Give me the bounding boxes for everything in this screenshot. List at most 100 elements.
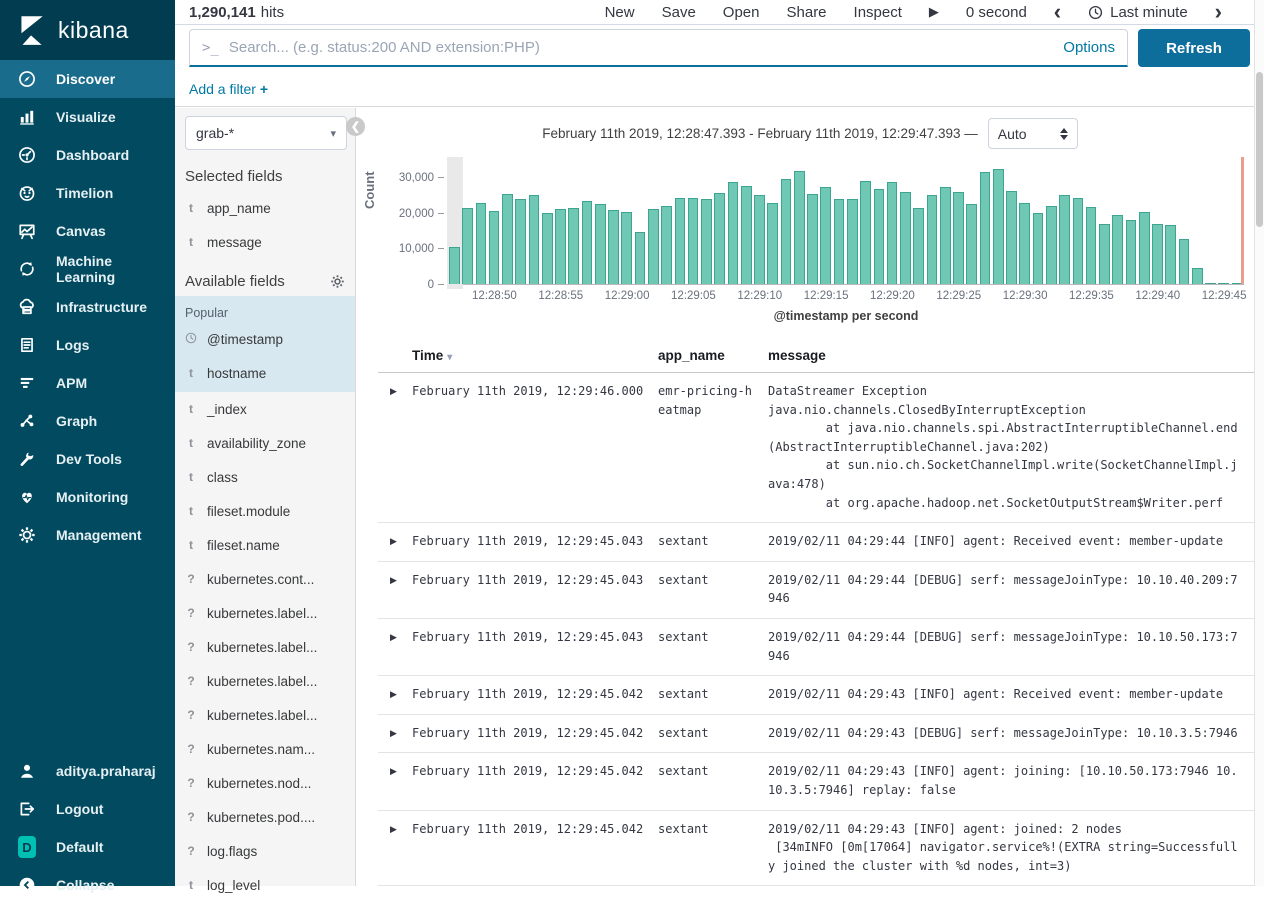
kibana-logo-area[interactable]: kibana: [0, 0, 175, 60]
panel-collapse-button[interactable]: ❮: [346, 117, 365, 136]
logs-icon: [18, 336, 36, 354]
sidebar-item-logout[interactable]: Logout: [0, 790, 175, 828]
add-filter-link[interactable]: Add a filter +: [189, 81, 268, 97]
field-item-app_name[interactable]: t app_name: [175, 191, 355, 225]
expand-caret-icon[interactable]: ▶: [378, 820, 412, 876]
x-tick-label: 12:29:15: [804, 290, 849, 302]
logout-icon: [18, 800, 36, 818]
search-box: >_ Options: [189, 29, 1128, 67]
sidebar-item-timelion[interactable]: Timelion: [0, 174, 175, 212]
menu-save[interactable]: Save: [662, 4, 696, 21]
sidebar-item-discover[interactable]: Discover: [0, 60, 175, 98]
sidebar-item-monitoring[interactable]: Monitoring: [0, 478, 175, 516]
refresh-interval-value[interactable]: 0 second: [966, 4, 1027, 21]
options-link[interactable]: Options: [1063, 39, 1115, 56]
histogram-bar: [980, 172, 991, 284]
sidebar-item-apm[interactable]: APM: [0, 364, 175, 402]
expand-caret-icon[interactable]: ▶: [378, 571, 412, 608]
field-item[interactable]: ?kubernetes.label...: [175, 630, 355, 664]
menu-new[interactable]: New: [605, 4, 635, 21]
expand-caret-icon[interactable]: ▶: [378, 724, 412, 743]
histogram-bar: [701, 199, 712, 284]
menu-share[interactable]: Share: [787, 4, 827, 21]
field-item[interactable]: ?kubernetes.label...: [175, 596, 355, 630]
interval-select[interactable]: Auto: [988, 118, 1078, 149]
expand-caret-icon[interactable]: ▶: [378, 382, 412, 512]
cell-message: 2019/02/11 04:29:43 [INFO] agent: Receiv…: [768, 685, 1254, 704]
scrollbar-thumb[interactable]: [1256, 72, 1263, 227]
field-item[interactable]: tfileset.module: [175, 494, 355, 528]
field-item[interactable]: tavailability_zone: [175, 426, 355, 460]
refresh-button[interactable]: Refresh: [1138, 29, 1250, 67]
kibana-logo-icon: [14, 13, 48, 47]
time-forward-icon[interactable]: ›: [1215, 5, 1222, 19]
table-row: ▶February 11th 2019, 12:29:45.043sextant…: [378, 619, 1254, 676]
field-item[interactable]: tclass: [175, 460, 355, 494]
histogram-bar: [860, 181, 871, 284]
sidebar-item-canvas[interactable]: Canvas: [0, 212, 175, 250]
sidebar-item-label: Machine Learning: [56, 253, 175, 285]
field-item[interactable]: ?kubernetes.nam...: [175, 732, 355, 766]
menu-open[interactable]: Open: [723, 4, 760, 21]
histogram-bar: [807, 194, 818, 284]
sidebar-item-visualize[interactable]: Visualize: [0, 98, 175, 136]
sidebar-item-machine-learning[interactable]: Machine Learning: [0, 250, 175, 288]
field-settings-button[interactable]: [330, 274, 345, 289]
time-range-picker[interactable]: Last minute: [1088, 4, 1188, 21]
chart-time-range: February 11th 2019, 12:28:47.393 - Febru…: [542, 126, 978, 141]
expand-caret-icon[interactable]: ▶: [378, 685, 412, 704]
sidebar-item-user[interactable]: aditya.praharaj: [0, 752, 175, 790]
cell-message: 2019/02/11 04:29:43 [INFO] agent: joinin…: [768, 762, 1254, 799]
sidebar-item-space-default[interactable]: D Default: [0, 828, 175, 866]
field-item[interactable]: t_index: [175, 392, 355, 426]
sidebar-item-logs[interactable]: Logs: [0, 326, 175, 364]
histogram-bar: [794, 171, 805, 284]
field-label: kubernetes.label...: [207, 708, 317, 723]
column-time[interactable]: Time▾: [412, 348, 658, 363]
scrollbar-track: [1254, 0, 1264, 886]
filter-bar: Add a filter +: [175, 71, 1264, 107]
histogram-plot[interactable]: [448, 163, 1244, 285]
sidebar-item-graph[interactable]: Graph: [0, 402, 175, 440]
infrastructure-icon: [18, 298, 36, 316]
field-item[interactable]: ?log.flags: [175, 834, 355, 868]
play-icon[interactable]: ▶: [929, 4, 939, 20]
sidebar-item-dev-tools[interactable]: Dev Tools: [0, 440, 175, 478]
search-input[interactable]: [229, 39, 1053, 56]
histogram-bar: [966, 204, 977, 284]
string-field-icon: t: [185, 878, 197, 892]
fields-panel: grab-* ▾ Selected fields t app_name t me…: [175, 108, 356, 886]
sidebar-item-dashboard[interactable]: Dashboard: [0, 136, 175, 174]
sidebar-item-infrastructure[interactable]: Infrastructure: [0, 288, 175, 326]
field-item-message[interactable]: t message: [175, 225, 355, 259]
cell-message: DataStreamer Exception java.nio.channels…: [768, 382, 1254, 512]
field-item[interactable]: ?kubernetes.nod...: [175, 766, 355, 800]
time-back-icon[interactable]: ‹: [1054, 5, 1061, 19]
expand-caret-icon[interactable]: ▶: [378, 628, 412, 665]
menu-inspect[interactable]: Inspect: [854, 4, 902, 21]
field-label: kubernetes.cont...: [207, 572, 314, 587]
cell-message: 2019/02/11 04:29:44 [INFO] agent: Receiv…: [768, 532, 1254, 551]
index-pattern-select[interactable]: grab-* ▾: [185, 116, 347, 150]
field-item[interactable]: tlog_level: [175, 868, 355, 902]
sidebar-item-management[interactable]: Management: [0, 516, 175, 554]
field-item[interactable]: ?kubernetes.cont...: [175, 562, 355, 596]
field-label: kubernetes.nod...: [207, 776, 311, 791]
field-item[interactable]: tfileset.name: [175, 528, 355, 562]
x-tick-label: 12:28:50: [472, 290, 517, 302]
field-item[interactable]: ?kubernetes.label...: [175, 698, 355, 732]
expand-caret-icon[interactable]: ▶: [378, 532, 412, 551]
histogram-bar: [741, 186, 752, 284]
field-item-hostname[interactable]: t hostname: [175, 356, 355, 390]
table-row: ▶February 11th 2019, 12:29:45.043sextant…: [378, 562, 1254, 619]
string-field-icon: t: [185, 538, 197, 552]
canvas-icon: [18, 222, 36, 240]
field-item[interactable]: ?kubernetes.pod....: [175, 800, 355, 834]
space-default-badge: D: [18, 838, 36, 856]
sidebar-collapse-label: Collapse: [56, 877, 114, 893]
field-item-timestamp[interactable]: @timestamp: [175, 322, 355, 356]
field-label: kubernetes.label...: [207, 640, 317, 655]
expand-caret-icon[interactable]: ▶: [378, 762, 412, 799]
field-item[interactable]: ?kubernetes.label...: [175, 664, 355, 698]
sidebar-item-collapse[interactable]: Collapse: [0, 866, 175, 904]
